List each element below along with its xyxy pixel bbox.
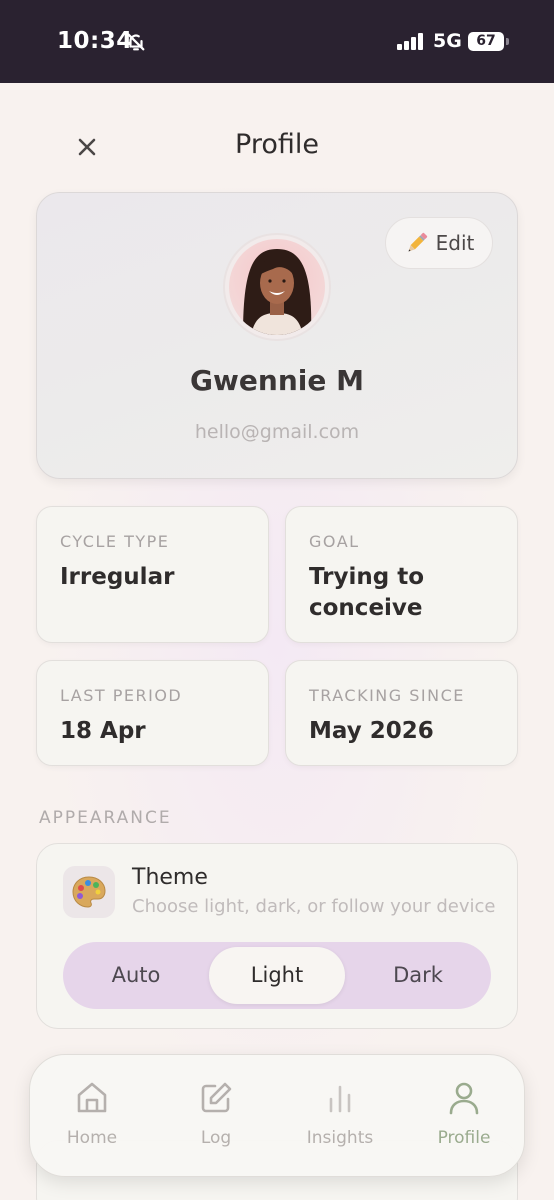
theme-subtitle: Choose light, dark, or follow your devic… <box>132 896 496 917</box>
tab-profile-label: Profile <box>437 1128 491 1148</box>
last-period-value: 18 Apr <box>60 718 146 744</box>
signal-icon <box>397 33 425 50</box>
network-type: 5G <box>433 30 462 52</box>
theme-segmented-control: Auto Light Dark <box>63 942 491 1009</box>
theme-option-auto[interactable]: Auto <box>63 942 209 1009</box>
tracking-since-value: May 2026 <box>309 718 434 744</box>
status-bar: 10:34 5G 67 <box>0 0 554 83</box>
pencil-icon <box>408 232 427 252</box>
tracking-since-label: TRACKING SINCE <box>309 686 465 705</box>
theme-option-light[interactable]: Light <box>209 947 345 1004</box>
status-time: 10:34 <box>57 28 133 54</box>
tab-profile[interactable]: Profile <box>402 1055 526 1178</box>
battery-tip <box>506 38 509 45</box>
user-icon <box>449 1082 479 1115</box>
user-email: hello@gmail.com <box>194 421 360 443</box>
appearance-section-label: APPEARANCE <box>39 808 172 828</box>
last-period-card[interactable]: LAST PERIOD 18 Apr <box>36 660 269 766</box>
avatar[interactable] <box>229 239 325 335</box>
battery-icon: 67 <box>468 32 504 51</box>
tab-insights-label: Insights <box>306 1128 374 1148</box>
last-period-label: LAST PERIOD <box>60 686 183 705</box>
tab-insights[interactable]: Insights <box>278 1055 402 1178</box>
tab-home[interactable]: Home <box>30 1055 154 1178</box>
palette-icon <box>63 866 115 918</box>
tab-log[interactable]: Log <box>154 1055 278 1178</box>
cycle-type-label: CYCLE TYPE <box>60 532 170 551</box>
tracking-since-card[interactable]: TRACKING SINCE May 2026 <box>285 660 518 766</box>
bell-off-icon <box>127 33 145 51</box>
theme-option-dark[interactable]: Dark <box>345 942 491 1009</box>
tab-log-label: Log <box>200 1128 232 1148</box>
goal-value: Trying to conceive <box>309 564 425 621</box>
avatar-image <box>243 249 312 335</box>
tab-home-label: Home <box>66 1128 118 1148</box>
cycle-type-card[interactable]: CYCLE TYPE Irregular <box>36 506 269 643</box>
edit-square-icon <box>201 1082 232 1113</box>
edit-profile-button[interactable]: Edit <box>385 217 493 269</box>
edit-label: Edit <box>435 231 475 255</box>
goal-label: GOAL <box>309 532 360 551</box>
bar-chart-icon <box>329 1085 351 1113</box>
page-title: Profile <box>235 129 319 160</box>
home-icon <box>77 1082 107 1113</box>
user-name: Gwennie M <box>190 364 364 397</box>
tab-bar: Home Log Insights Profile <box>29 1054 525 1177</box>
goal-card[interactable]: GOAL Trying to conceive <box>285 506 518 643</box>
cycle-type-value: Irregular <box>60 564 175 590</box>
theme-title: Theme <box>132 865 208 890</box>
